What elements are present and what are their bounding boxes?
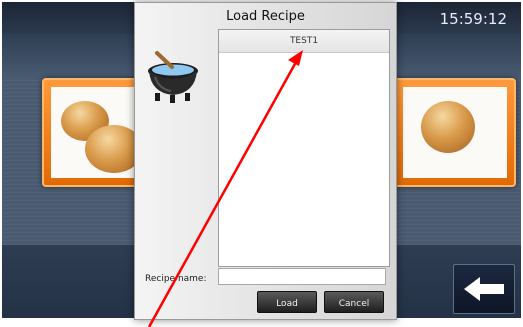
bun-image [403,87,507,178]
load-recipe-dialog: Load Recipe TEST1 Recipe name: Load Canc… [134,2,397,320]
clock: 15:59:12 [439,10,507,28]
back-button[interactable] [453,264,515,314]
recipe-list[interactable]: TEST1 [218,29,390,267]
load-button[interactable]: Load [257,291,317,313]
cooking-pot-icon [148,51,198,103]
recipe-list-item[interactable]: TEST1 [219,30,389,53]
dialog-title: Load Recipe [226,9,305,24]
cancel-button[interactable]: Cancel [324,291,384,313]
recipe-name-label: Recipe name: [145,274,207,284]
left-arrow-icon [464,277,504,301]
bun [421,101,475,153]
product-tile-bun[interactable] [394,78,516,187]
recipe-name-input[interactable] [218,268,386,285]
